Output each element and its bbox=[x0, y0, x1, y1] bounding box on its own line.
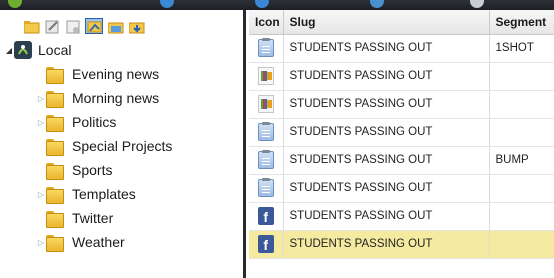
tree-node-folder[interactable]: ▷ Morning news bbox=[36, 86, 159, 110]
column-header-segment[interactable]: Segment bbox=[489, 10, 554, 35]
tab-icon[interactable] bbox=[255, 0, 269, 8]
local-station-icon bbox=[14, 41, 32, 59]
character-gen-icon bbox=[257, 95, 274, 113]
segment-cell bbox=[489, 62, 554, 91]
tree-node-label: Weather bbox=[72, 234, 125, 250]
title-bar bbox=[0, 0, 554, 10]
folder-icon bbox=[46, 90, 64, 108]
import-folder-icon[interactable] bbox=[127, 18, 145, 34]
clipboard-icon bbox=[257, 122, 274, 141]
clipboard-icon bbox=[257, 150, 274, 169]
search-icon[interactable] bbox=[470, 0, 484, 8]
tree-node-folder[interactable]: Twitter bbox=[36, 206, 113, 230]
tree-node-folder[interactable]: Sports bbox=[36, 158, 112, 182]
tree-node-folder[interactable]: Special Projects bbox=[36, 134, 172, 158]
tree-node-local[interactable]: ◢ Local bbox=[4, 38, 71, 62]
slug-cell: STUDENTS PASSING OUT bbox=[283, 230, 490, 259]
expand-arrow-icon[interactable]: ▷ bbox=[36, 94, 46, 103]
table-row-selected[interactable]: f STUDENTS PASSING OUT bbox=[249, 230, 554, 259]
segment-cell bbox=[489, 174, 554, 203]
character-gen-icon bbox=[257, 67, 274, 85]
segment-cell: 1SHOT bbox=[489, 34, 554, 63]
tree-toolbar bbox=[0, 10, 243, 37]
folder-icon bbox=[46, 186, 64, 204]
tree-node-folder[interactable]: ▷ Politics bbox=[36, 110, 116, 134]
tree-node-folder[interactable]: Evening news bbox=[36, 62, 159, 86]
tree-node-label: Local bbox=[38, 42, 72, 58]
column-header-icon[interactable]: Icon bbox=[249, 10, 284, 35]
tree-node-label: Twitter bbox=[72, 210, 114, 226]
facebook-icon: f bbox=[257, 235, 274, 253]
segment-cell: BUMP bbox=[489, 146, 554, 175]
edit-icon[interactable] bbox=[43, 18, 61, 34]
folder-icon bbox=[46, 66, 64, 84]
tab-icon[interactable] bbox=[160, 0, 174, 8]
tree-node-folder[interactable]: ▷ Templates bbox=[36, 182, 136, 206]
table-row[interactable]: STUDENTS PASSING OUT 1SHOT bbox=[249, 34, 554, 63]
segment-cell bbox=[489, 230, 554, 259]
table-row[interactable]: STUDENTS PASSING OUT bbox=[249, 174, 554, 203]
facebook-icon: f bbox=[257, 207, 274, 225]
expand-arrow-icon[interactable]: ▷ bbox=[36, 190, 46, 199]
table-row[interactable]: STUDENTS PASSING OUT bbox=[249, 118, 554, 147]
slug-cell: STUDENTS PASSING OUT bbox=[283, 174, 490, 203]
table-row[interactable]: f STUDENTS PASSING OUT bbox=[249, 202, 554, 231]
folder-icon bbox=[46, 234, 64, 252]
expand-arrow-icon[interactable]: ▷ bbox=[36, 238, 46, 247]
tree-node-label: Morning news bbox=[72, 90, 160, 106]
folder-icon bbox=[46, 162, 64, 180]
tree-node-folder[interactable]: ▷ Weather bbox=[36, 230, 125, 254]
expand-arrow-icon[interactable]: ▷ bbox=[36, 118, 46, 127]
column-header-slug[interactable]: Slug bbox=[283, 10, 490, 35]
tab-icon[interactable] bbox=[370, 0, 384, 8]
folder-icon bbox=[46, 114, 64, 132]
folder-icon bbox=[46, 138, 64, 156]
segment-cell bbox=[489, 118, 554, 147]
slug-cell: STUDENTS PASSING OUT bbox=[283, 62, 490, 91]
collapse-arrow-icon[interactable]: ◢ bbox=[4, 46, 14, 55]
table-header-row: Icon Slug Segment bbox=[249, 10, 554, 35]
rundown-table: Icon Slug Segment STUDENTS PASSING OUT 1… bbox=[249, 10, 554, 259]
folder-icon bbox=[46, 210, 64, 228]
slug-cell: STUDENTS PASSING OUT bbox=[283, 90, 490, 119]
segment-cell bbox=[489, 90, 554, 119]
table-row[interactable]: STUDENTS PASSING OUT bbox=[249, 90, 554, 119]
rundown-grid: Icon Slug Segment STUDENTS PASSING OUT 1… bbox=[249, 10, 554, 278]
table-row[interactable]: STUDENTS PASSING OUT bbox=[249, 62, 554, 91]
slug-cell: STUDENTS PASSING OUT bbox=[283, 146, 490, 175]
clipboard-icon bbox=[257, 38, 274, 57]
slug-cell: STUDENTS PASSING OUT bbox=[283, 202, 490, 231]
tree-node-label: Politics bbox=[72, 114, 117, 130]
tree-node-label: Sports bbox=[72, 162, 113, 178]
new-folder-icon[interactable] bbox=[22, 18, 40, 34]
tree-node-label: Special Projects bbox=[72, 138, 173, 154]
tree-node-label: Evening news bbox=[72, 66, 160, 82]
clipboard-icon bbox=[257, 178, 274, 197]
open-folder-icon[interactable] bbox=[106, 18, 124, 34]
table-row[interactable]: STUDENTS PASSING OUT BUMP bbox=[249, 146, 554, 175]
properties-icon[interactable] bbox=[64, 18, 82, 34]
slug-cell: STUDENTS PASSING OUT bbox=[283, 34, 490, 63]
tree-node-label: Templates bbox=[72, 186, 136, 202]
segment-cell bbox=[489, 202, 554, 231]
app-icon bbox=[8, 0, 22, 8]
slug-cell: STUDENTS PASSING OUT bbox=[283, 118, 490, 147]
view-toggle-icon[interactable] bbox=[85, 17, 103, 34]
folder-tree-panel: ◢ Local Evening news ▷ Morning news ▷ Po… bbox=[0, 10, 246, 278]
